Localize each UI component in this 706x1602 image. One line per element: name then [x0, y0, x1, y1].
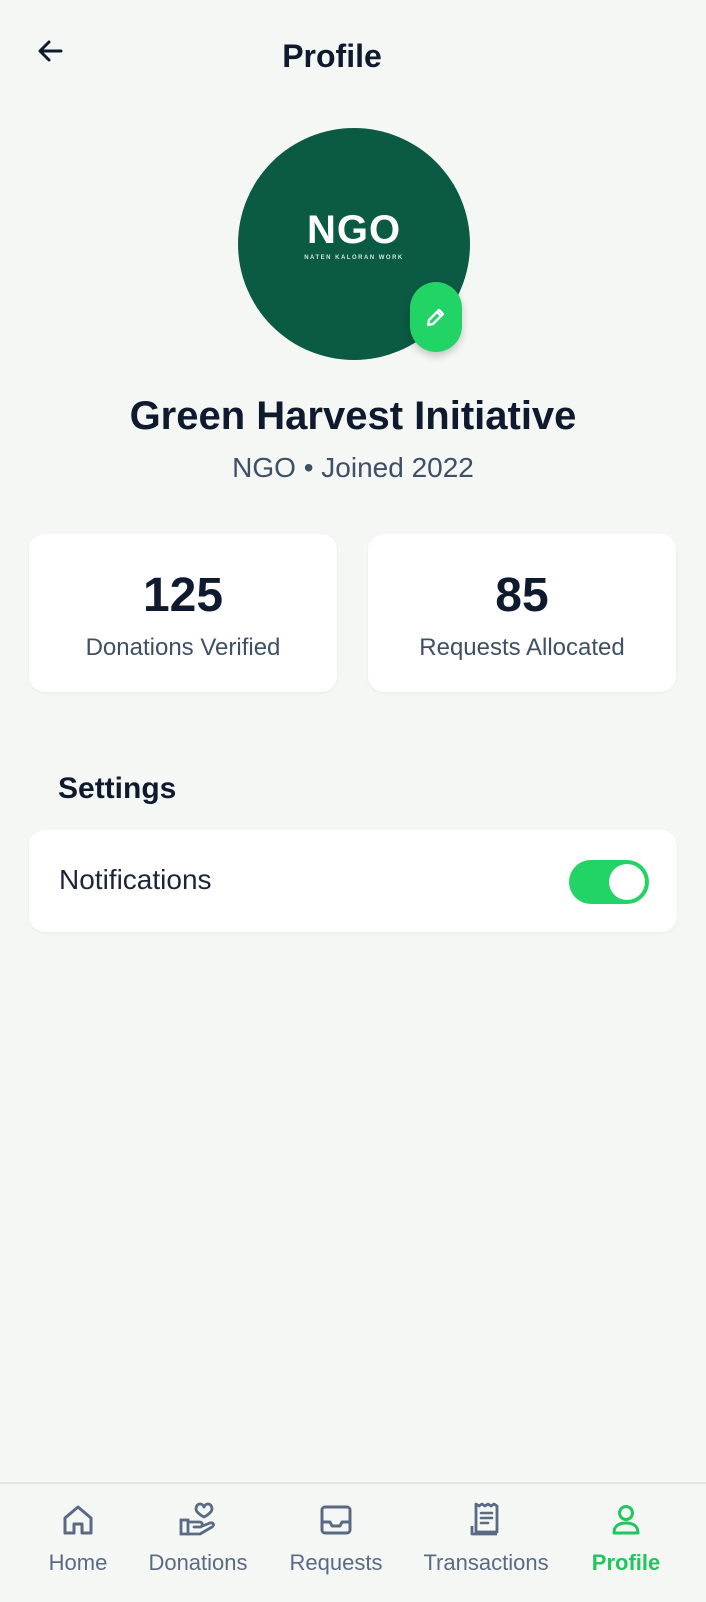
stat-label: Requests Allocated: [419, 634, 625, 661]
nav-label: Profile: [591, 1550, 661, 1575]
stat-card-donations: 125 Donations Verified: [29, 534, 337, 692]
user-icon: [612, 1505, 640, 1535]
logo-subtext: NATEN KALORAN WORK: [304, 255, 404, 261]
organization-meta: NGO • Joined 2022: [232, 452, 474, 483]
organization-name: Green Harvest Initiative: [129, 394, 577, 438]
nav-item-donations[interactable]: Donations: [142, 1500, 254, 1590]
nav-item-transactions[interactable]: Transactions: [418, 1500, 554, 1590]
nav-item-home[interactable]: Home: [46, 1500, 110, 1590]
notifications-toggle[interactable]: [569, 860, 649, 904]
stat-value: 125: [142, 569, 224, 622]
toggle-knob: [609, 864, 645, 900]
stat-label: Donations Verified: [85, 634, 281, 661]
nav-label: Donations: [148, 1550, 248, 1575]
stat-value: 85: [495, 569, 549, 622]
ngo-logo: NGO NATEN KALORAN WORK: [238, 208, 470, 261]
setting-label: Notifications: [59, 864, 212, 895]
logo-text: NGO: [306, 208, 402, 252]
home-icon: [63, 1505, 93, 1535]
nav-item-requests[interactable]: Requests: [284, 1500, 388, 1590]
inbox-icon: [320, 1505, 352, 1535]
pencil-icon: [426, 308, 445, 327]
settings-title: Settings: [58, 772, 177, 805]
donations-icon: [179, 1502, 215, 1536]
nav-label: Requests: [289, 1550, 383, 1575]
nav-item-profile[interactable]: Profile: [586, 1500, 666, 1590]
setting-row-notifications: Notifications: [29, 830, 677, 932]
nav-label: Transactions: [423, 1550, 549, 1575]
stat-card-requests: 85 Requests Allocated: [368, 534, 676, 692]
edit-avatar-button[interactable]: [410, 282, 462, 352]
nav-label: Home: [48, 1550, 108, 1575]
bottom-nav: Home Donations Requests Transactions Pro…: [0, 1482, 706, 1602]
receipt-icon: [470, 1502, 499, 1536]
page-title: Profile: [282, 38, 382, 74]
